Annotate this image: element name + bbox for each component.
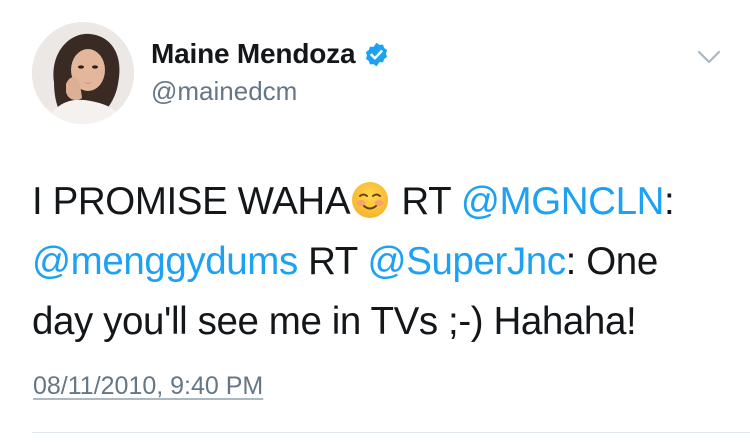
tweet-card: Maine Mendoza @mainedcm I PROMISE WAHA R…	[0, 0, 750, 446]
smiling-face-emoji	[350, 178, 390, 218]
divider	[32, 432, 750, 433]
tweet-text-segment: day you'll see me in TVs ;-) Hahaha!	[32, 300, 637, 343]
tweet-text-segment: I PROMISE WAHA	[32, 180, 351, 223]
mention-link[interactable]: @menggydums	[32, 240, 298, 283]
tweet-text-segment: RT	[391, 180, 461, 223]
tweet-text: I PROMISE WAHA RT @MGNCLN: @menggydums R…	[32, 172, 732, 352]
avatar[interactable]	[32, 22, 134, 124]
display-name[interactable]: Maine Mendoza	[151, 38, 356, 70]
verified-badge-icon	[363, 41, 390, 68]
chevron-down-icon[interactable]	[694, 44, 724, 70]
user-handle[interactable]: @mainedcm	[151, 76, 297, 107]
mention-link[interactable]: @MGNCLN	[461, 180, 665, 223]
tweet-text-segment: :	[663, 180, 675, 223]
tweet-line-1: I PROMISE WAHA RT @MGNCLN:	[32, 172, 732, 232]
tweet-timestamp[interactable]: 08/11/2010, 9:40 PM	[33, 372, 263, 401]
tweet-line-2: @menggydums RT @SuperJnc: One	[32, 232, 732, 292]
tweet-text-segment: : One	[565, 240, 659, 283]
mention-link[interactable]: @SuperJnc	[368, 240, 567, 283]
user-name-row: Maine Mendoza	[151, 36, 390, 72]
tweet-text-segment: RT	[297, 240, 368, 283]
tweet-line-3: day you'll see me in TVs ;-) Hahaha!	[32, 292, 732, 352]
